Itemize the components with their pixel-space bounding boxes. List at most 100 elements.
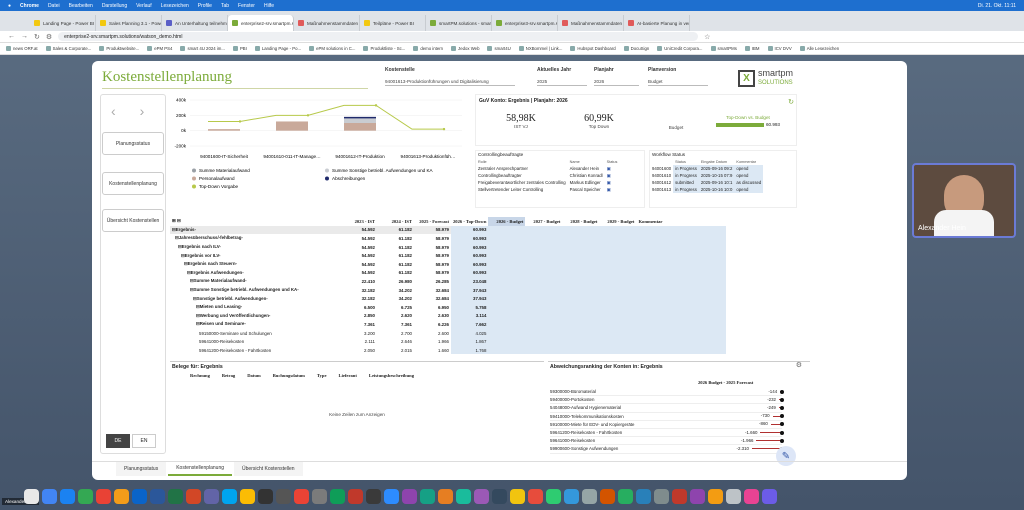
matrix-row[interactable]: 59150000-Seminare und Schulungen 3.200 2.7… (170, 328, 727, 338)
input-cell[interactable] (636, 251, 727, 260)
bookmark-item[interactable]: Alle Lesezeichen (799, 46, 839, 51)
input-cell[interactable] (599, 285, 637, 295)
menu-hilfe[interactable]: Hilfe (264, 3, 274, 9)
ranking-row[interactable]: 59641000-Reisekosten -1.966 (550, 437, 784, 446)
input-cell[interactable] (488, 242, 526, 252)
dock-app-icon[interactable] (762, 488, 777, 504)
menu-bearbeiten[interactable]: Bearbeiten (69, 3, 93, 9)
menu-lesezeichen[interactable]: Lesezeichen (161, 3, 189, 9)
input-cell[interactable] (636, 320, 727, 329)
dock-app-icon[interactable] (294, 488, 309, 504)
url-field[interactable]: enterprise2-srv.smartpm.solutions/watson… (58, 32, 699, 41)
input-cell[interactable] (599, 251, 637, 260)
input-cell[interactable] (636, 259, 727, 269)
refresh-icon[interactable]: ↻ (788, 98, 794, 106)
column-header[interactable]: Betrag (222, 373, 235, 378)
input-cell[interactable] (525, 259, 563, 269)
table-row[interactable]: Zentraler Ansprechpartner Alexander Hein ▣ (476, 165, 619, 172)
input-cell[interactable] (562, 320, 600, 329)
input-cell[interactable] (636, 345, 727, 354)
ranking-row[interactable]: 59410000-Telekommunikationskosten -730 (550, 413, 784, 421)
menu-profile[interactable]: Profile (198, 3, 212, 9)
matrix-row[interactable]: 59641000-Reisekosten 2.111 2.646 1.966 1.867 (170, 337, 727, 346)
filter-kostenstelle[interactable]: Kostenstelle 94001613-Produktionführunge… (385, 67, 515, 86)
dock-app-icon[interactable] (420, 488, 435, 504)
column-header[interactable]: Kommentar (636, 217, 726, 226)
ranking-row[interactable]: 59400000-Portokosten -232 (550, 396, 784, 405)
ranking-row[interactable]: 59641200-Reisekosten - Fahrtkosten -1.660 (550, 429, 784, 438)
input-cell[interactable] (599, 302, 637, 312)
input-cell[interactable] (599, 259, 637, 269)
ranking-row[interactable]: 59100000-Miete für EDV- und Kopiergeräte… (550, 421, 784, 429)
input-cell[interactable] (525, 242, 563, 252)
input-cell[interactable] (562, 302, 600, 312)
bookmark-item[interactable]: smartPMs (710, 46, 737, 51)
ranking-row[interactable]: 54048000-Aufwand Hygienematerial -249 (550, 404, 784, 413)
user-status-icon[interactable]: ▣ (607, 166, 611, 171)
bookmark-item[interactable]: Hubspot Dashboard (570, 46, 616, 51)
dock-app-icon[interactable] (384, 488, 399, 504)
input-cell[interactable] (562, 225, 600, 235)
column-header[interactable]: 2026 - Top-Down (451, 217, 488, 226)
input-cell[interactable] (636, 277, 727, 286)
column-header[interactable]: 2024 - IST (377, 217, 414, 226)
user-status-icon[interactable]: ▣ (607, 173, 611, 178)
browser-tab[interactable]: enterprise3-srv.smartpm.so (492, 15, 558, 31)
bookmark-item[interactable]: ePM PS4 (147, 46, 172, 51)
bookmark-item[interactable]: Jedox Web (451, 46, 479, 51)
dock-app-icon[interactable] (24, 488, 39, 504)
menu-fenster[interactable]: Fenster (238, 3, 255, 9)
page-tab-planungsstatus[interactable]: Planungsstatus (116, 462, 167, 476)
lang-en-button[interactable]: EN (132, 434, 156, 448)
dock-app-icon[interactable] (654, 488, 669, 504)
bookmark-item[interactable]: ICV DVV (767, 46, 792, 51)
input-cell[interactable] (525, 277, 563, 286)
dock-app-icon[interactable] (330, 488, 345, 504)
browser-tab[interactable]: Maßnahmenstammdaten P/ (294, 15, 360, 31)
bookmark-item[interactable]: NXBommel | Link... (518, 46, 562, 51)
matrix-row[interactable]: ⊟Summe Sonstige betriebl. Aufwendungen u… (170, 285, 727, 295)
input-cell[interactable] (636, 285, 727, 295)
dock-app-icon[interactable] (528, 488, 543, 504)
column-header[interactable]: 2029 - Budget (599, 217, 636, 226)
bar-segment[interactable] (208, 129, 240, 131)
dock-app-icon[interactable] (114, 488, 129, 504)
input-cell[interactable] (525, 234, 563, 243)
input-cell[interactable] (488, 337, 526, 346)
page-tab-kostenstellenplanung[interactable]: Kostenstellenplanung (168, 462, 233, 476)
input-cell[interactable] (562, 345, 600, 354)
input-cell[interactable] (599, 328, 637, 338)
input-cell[interactable] (562, 268, 600, 278)
ranking-row[interactable]: 59300000-Büromaterial -144 (550, 388, 784, 397)
input-cell[interactable] (525, 268, 563, 278)
browser-tab[interactable]: An Unterhaltung teilnehmen (162, 15, 228, 31)
browser-tab[interactable]: smartPM.solutions - smart C (426, 15, 492, 31)
dock-app-icon[interactable] (258, 488, 273, 504)
ranking-row[interactable]: 59900600-Sonstige Aufwendungen -2.310 (550, 445, 784, 454)
input-cell[interactable] (488, 277, 526, 286)
input-cell[interactable] (599, 294, 637, 303)
table-row[interactable]: Freigabeverantwortlicher zentrales Contr… (476, 179, 619, 186)
input-cell[interactable] (562, 294, 600, 303)
table-row[interactable]: 94001600 in Progress 2025-09-16 09:2 opend (650, 165, 764, 172)
bookmark-item[interactable]: Produktwebsite... (99, 46, 139, 51)
bookmark-item[interactable]: smart4U (487, 46, 511, 51)
matrix-row[interactable]: ⊟Ergebnis Aufwendungen- 54.592 61.182 58.97… (170, 268, 727, 278)
table-row[interactable]: 94001612 submitted 2025-09-16 10:1 as discu… (650, 179, 764, 186)
bar-segment[interactable] (276, 121, 308, 131)
column-header[interactable]: 2025 - Forecast (414, 217, 451, 226)
input-cell[interactable] (562, 277, 600, 286)
input-cell[interactable] (599, 277, 637, 286)
dock-app-icon[interactable] (582, 488, 597, 504)
input-cell[interactable] (599, 225, 637, 235)
bookmark-item[interactable]: Landing Page - Po... (254, 46, 301, 51)
input-cell[interactable] (488, 285, 526, 295)
column-header[interactable]: 2027 - Budget (525, 217, 562, 226)
dock-app-icon[interactable] (672, 488, 687, 504)
column-header[interactable]: Lieferant (339, 373, 357, 378)
input-cell[interactable] (488, 234, 526, 243)
browser-tab[interactable]: Maßnahmenstammdaten P/ (558, 15, 624, 31)
dock-app-icon[interactable] (276, 488, 291, 504)
dock-app-icon[interactable] (690, 488, 705, 504)
dock-app-icon[interactable] (474, 488, 489, 504)
